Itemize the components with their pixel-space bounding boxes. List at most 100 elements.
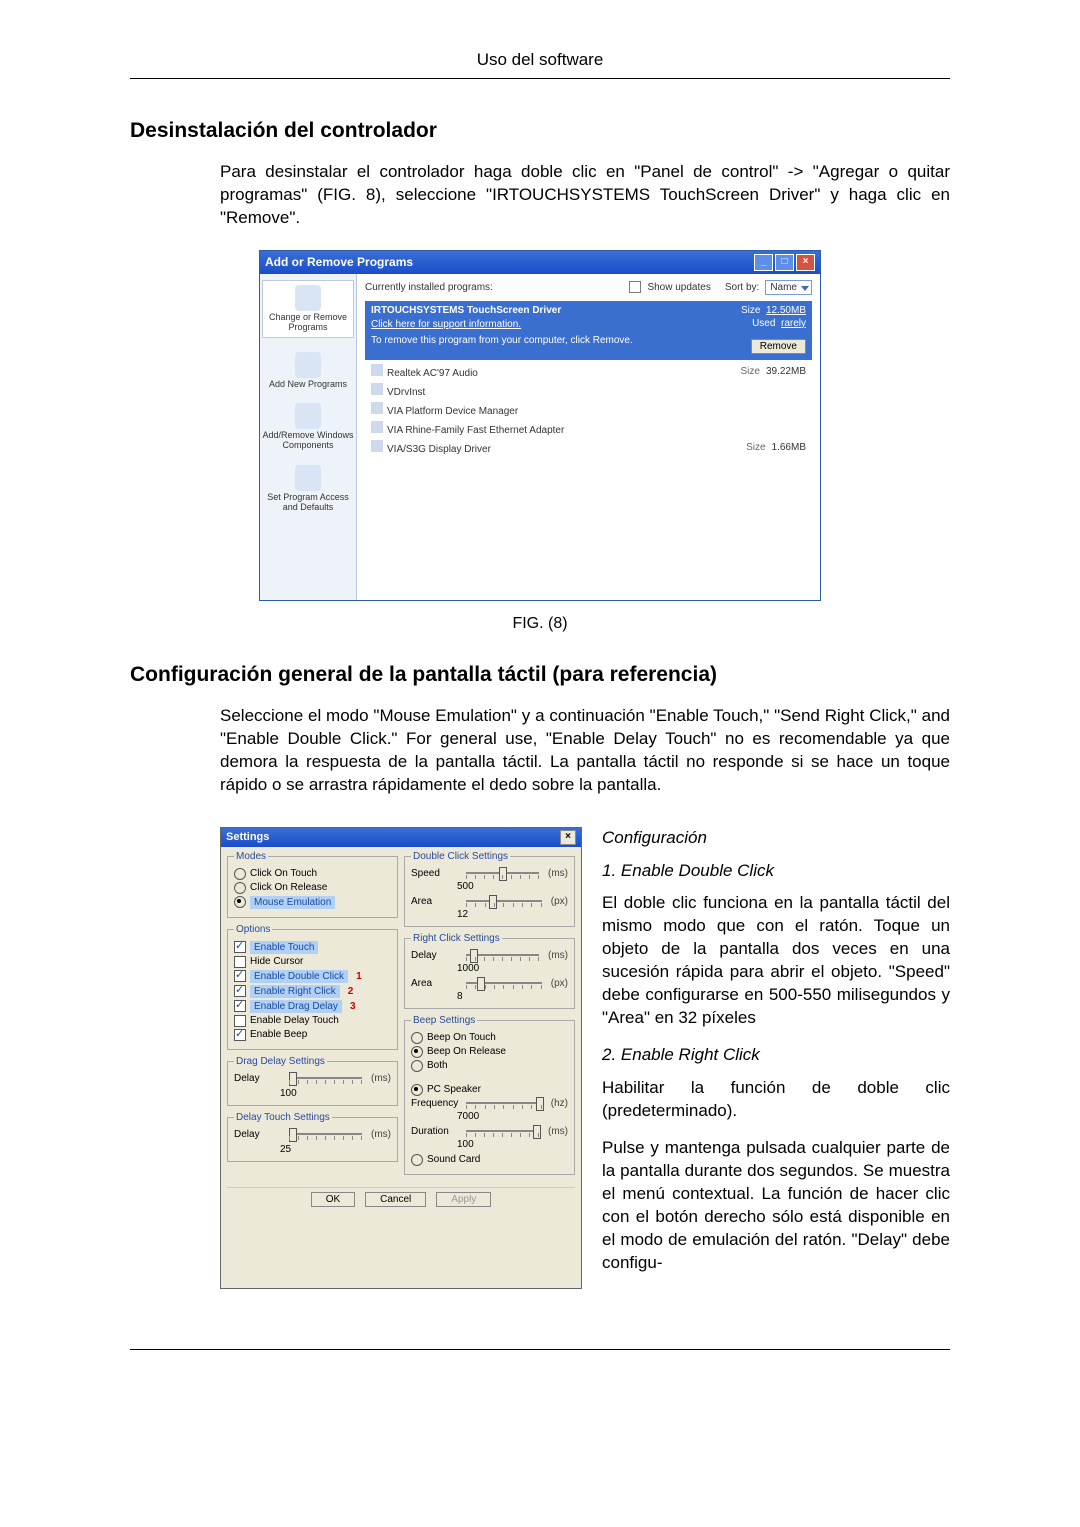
beep-duration-value: 100: [457, 1139, 568, 1150]
apply-button[interactable]: Apply: [436, 1192, 491, 1207]
cancel-button[interactable]: Cancel: [365, 1192, 426, 1207]
globe-icon: [295, 465, 321, 491]
option-hide-cursor[interactable]: Hide Cursor: [234, 956, 391, 968]
right-click-delay-slider[interactable]: Delay (ms): [411, 950, 568, 961]
badge-3: 3: [350, 1001, 356, 1012]
sidebar-item-label: Set Program Access and Defaults: [267, 492, 349, 512]
options-group: Options Enable Touch Hide Cursor Enable …: [227, 924, 398, 1050]
drag-delay-value: 100: [280, 1088, 391, 1099]
program-row[interactable]: VIA Rhine-Family Fast Ethernet Adapter: [365, 419, 812, 438]
option-enable-beep[interactable]: Enable Beep: [234, 1029, 391, 1041]
delay-touch-value: 25: [280, 1144, 391, 1155]
program-name: IRTOUCHSYSTEMS TouchScreen Driver: [371, 305, 561, 316]
delay-touch-slider[interactable]: Delay (ms): [234, 1129, 391, 1140]
double-click-area-slider[interactable]: Area (px): [411, 896, 568, 907]
section2-columns: Settings × Modes Click On Touch Click On…: [220, 827, 950, 1289]
config-item2-body2: Pulse y mantenga pulsada cualquier parte…: [602, 1137, 950, 1275]
windows-icon: [295, 403, 321, 429]
right-click-area-value: 8: [457, 991, 568, 1002]
mode-click-on-release[interactable]: Click On Release: [234, 882, 391, 894]
dialog-title: Settings: [226, 831, 269, 843]
section2-title: Configuración general de la pantalla tác…: [130, 663, 950, 687]
box-icon: [295, 285, 321, 311]
modes-legend: Modes: [234, 851, 268, 862]
beep-pc-speaker[interactable]: PC Speaker: [411, 1084, 568, 1096]
right-click-legend: Right Click Settings: [411, 933, 502, 944]
modes-group: Modes Click On Touch Click On Release Mo…: [227, 851, 398, 918]
sidebar-item-label: Change or Remove Programs: [269, 312, 347, 332]
sidebar-item-change-remove[interactable]: Change or Remove Programs: [262, 280, 354, 338]
sort-by-label: Sort by:: [725, 282, 759, 293]
figure8-caption: FIG. (8): [130, 615, 950, 633]
installed-programs-label: Currently installed programs:: [365, 282, 493, 293]
beep-duration-slider[interactable]: Duration (ms): [411, 1126, 568, 1137]
window-titlebar[interactable]: Add or Remove Programs _ □ ×: [260, 251, 820, 274]
section1-paragraph: Para desinstalar el controlador haga dob…: [220, 161, 950, 230]
program-row-selected[interactable]: IRTOUCHSYSTEMS TouchScreen Driver Click …: [365, 301, 812, 360]
dialog-titlebar[interactable]: Settings ×: [221, 828, 581, 847]
remove-instruction: To remove this program from your compute…: [371, 335, 633, 354]
size-value: 12.50MB: [766, 305, 806, 316]
drag-delay-legend: Drag Delay Settings: [234, 1056, 327, 1067]
size-label: Size: [741, 305, 760, 316]
delay-touch-group: Delay Touch Settings Delay (ms) 25: [227, 1112, 398, 1162]
minimize-button[interactable]: _: [754, 254, 773, 271]
support-info-link[interactable]: Click here for support information.: [371, 319, 561, 330]
close-icon[interactable]: ×: [560, 830, 576, 845]
sidebar-item-label: Add New Programs: [269, 379, 347, 389]
mode-mouse-emulation[interactable]: Mouse Emulation: [234, 896, 391, 909]
right-click-delay-value: 1000: [457, 963, 568, 974]
sidebar-item-label: Add/Remove Windows Components: [262, 430, 353, 450]
option-enable-touch[interactable]: Enable Touch: [234, 941, 391, 954]
config-item2-title: 2. Enable Right Click: [602, 1044, 950, 1067]
close-button[interactable]: ×: [796, 254, 815, 271]
config-item1-title: 1. Enable Double Click: [602, 860, 950, 883]
programs-panel: Currently installed programs: Show updat…: [357, 274, 820, 600]
ok-button[interactable]: OK: [311, 1192, 355, 1207]
config-text-column: Configuración 1. Enable Double Click El …: [602, 827, 950, 1289]
sidebar-item-add-new[interactable]: Add New Programs: [262, 352, 354, 390]
add-remove-programs-window: Add or Remove Programs _ □ × Change or R…: [259, 250, 821, 601]
beep-sound-card[interactable]: Sound Card: [411, 1154, 568, 1166]
used-label: Used: [752, 318, 775, 329]
remove-button[interactable]: Remove: [751, 339, 806, 354]
double-click-group: Double Click Settings Speed (ms) 500 Are…: [404, 851, 575, 927]
sidebar-item-windows-components[interactable]: Add/Remove Windows Components: [262, 403, 354, 451]
beep-on-release[interactable]: Beep On Release: [411, 1046, 568, 1058]
double-click-speed-slider[interactable]: Speed (ms): [411, 868, 568, 879]
badge-2: 2: [348, 986, 354, 997]
show-updates-checkbox[interactable]: [629, 281, 641, 293]
double-click-legend: Double Click Settings: [411, 851, 510, 862]
option-enable-right-click[interactable]: Enable Right Click2: [234, 985, 391, 998]
sort-by-dropdown[interactable]: Name: [765, 280, 812, 295]
section1-title: Desinstalación del controlador: [130, 119, 950, 143]
option-enable-drag-delay[interactable]: Enable Drag Delay3: [234, 1000, 391, 1013]
program-row[interactable]: VIA/S3G Display DriverSize1.66MB: [365, 438, 812, 457]
program-row[interactable]: VIA Platform Device Manager: [365, 400, 812, 419]
delay-touch-legend: Delay Touch Settings: [234, 1112, 332, 1123]
settings-dialog: Settings × Modes Click On Touch Click On…: [220, 827, 582, 1289]
program-icon: [371, 364, 383, 376]
beep-group: Beep Settings Beep On Touch Beep On Rele…: [404, 1015, 575, 1175]
program-row[interactable]: Realtek AC'97 AudioSize39.22MB: [365, 362, 812, 381]
window-title: Add or Remove Programs: [265, 255, 413, 269]
beep-frequency-value: 7000: [457, 1111, 568, 1122]
sidebar-item-program-access[interactable]: Set Program Access and Defaults: [262, 465, 354, 513]
program-icon: [371, 421, 383, 433]
program-row[interactable]: VDrvInst: [365, 381, 812, 400]
drag-delay-slider[interactable]: Delay (ms): [234, 1073, 391, 1084]
program-icon: [371, 383, 383, 395]
double-click-speed-value: 500: [457, 881, 568, 892]
used-value: rarely: [781, 318, 806, 329]
mode-click-on-touch[interactable]: Click On Touch: [234, 868, 391, 880]
beep-on-touch[interactable]: Beep On Touch: [411, 1032, 568, 1044]
maximize-button[interactable]: □: [775, 254, 794, 271]
option-enable-delay-touch[interactable]: Enable Delay Touch: [234, 1015, 391, 1027]
page-header: Uso del software: [130, 50, 950, 79]
right-click-area-slider[interactable]: Area (px): [411, 978, 568, 989]
beep-frequency-slider[interactable]: Frequency (hz): [411, 1098, 568, 1109]
beep-both[interactable]: Both: [411, 1060, 568, 1072]
options-legend: Options: [234, 924, 272, 935]
badge-1: 1: [356, 971, 362, 982]
option-enable-double-click[interactable]: Enable Double Click1: [234, 970, 391, 983]
